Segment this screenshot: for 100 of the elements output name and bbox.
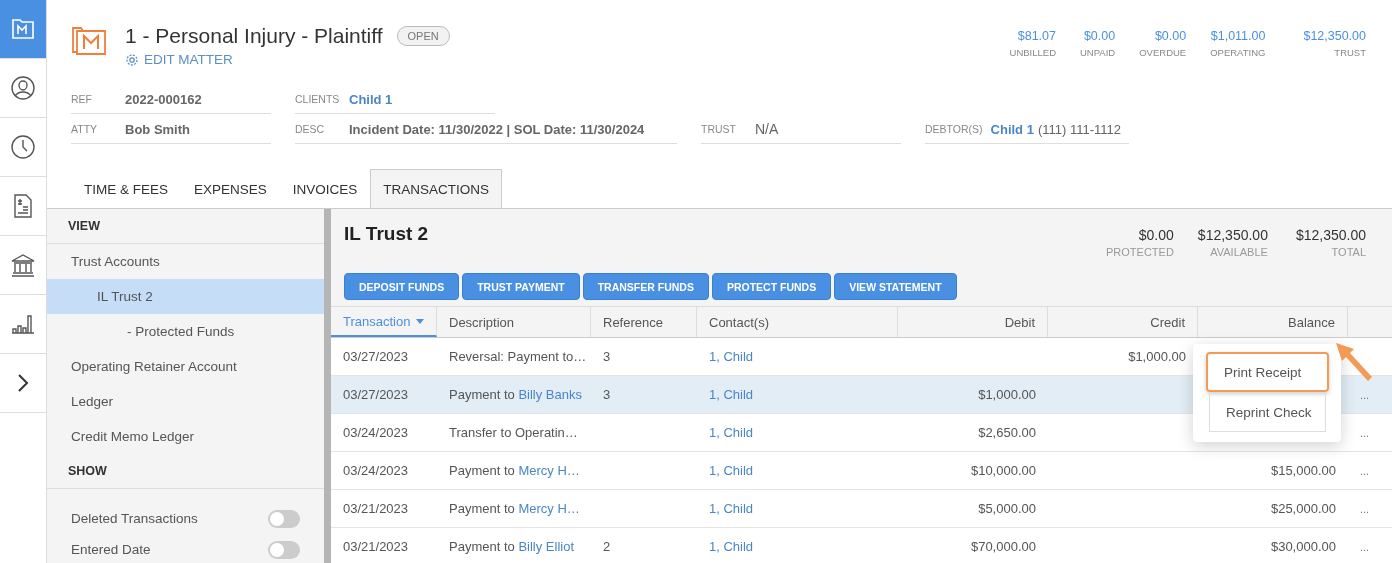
stat-amount[interactable]: $0.00 [1083, 29, 1116, 43]
contact-link[interactable]: Child 1 [990, 121, 1034, 137]
clock-icon [10, 134, 36, 160]
description-text: Payment to Billy Banks [449, 387, 582, 402]
column-header[interactable]: Reference [591, 307, 697, 337]
sidebar-item[interactable]: Credit Memo Ledger [47, 419, 324, 454]
field-value: Bob Smith [125, 121, 190, 137]
payee-link[interactable]: Mercy H… [518, 501, 580, 516]
column-header[interactable]: Description [437, 307, 591, 337]
more-actions-button[interactable]: ... [1360, 388, 1370, 401]
reference-cell: 3 [603, 387, 611, 402]
date-cell: 03/27/2023 [343, 349, 409, 364]
stat-label: UNBILLED [1009, 47, 1056, 58]
date-cell: 03/27/2023 [343, 387, 409, 402]
toggle-switch[interactable] [268, 509, 300, 528]
action-button[interactable]: VIEW STATEMENT [834, 273, 957, 300]
contact-link[interactable]: 1, Child [709, 539, 754, 554]
debit-cell: $70,000.00 [970, 539, 1036, 554]
person-icon [10, 75, 36, 101]
action-button[interactable]: PROTECT FUNDS [711, 273, 832, 300]
contact-link[interactable]: Child 1 [349, 91, 393, 107]
menu-item[interactable]: Reprint Check [1209, 392, 1326, 432]
matter-title: 1 - Personal Injury - Plaintiff [125, 24, 383, 48]
field-value: 2022-000162 [125, 91, 202, 107]
column-header[interactable]: Credit [1048, 307, 1198, 337]
more-actions-button[interactable]: ... [1360, 502, 1370, 515]
more-actions-button[interactable]: ... [1360, 464, 1370, 477]
action-button[interactable]: TRUST PAYMENT [462, 273, 580, 300]
sidebar-item[interactable]: Operating Retainer Account [47, 349, 324, 384]
field-label: REF [71, 93, 93, 105]
field-value: Incident Date: 11/30/2022 | SOL Date: 11/30/2024 [349, 121, 645, 137]
summary-amount: $12,350.00 [1197, 227, 1268, 243]
summary-label: AVAILABLE [1210, 246, 1268, 258]
balance-cell: $15,000.00 [1270, 463, 1336, 478]
description-text: Payment to Billy Elliot [449, 539, 574, 554]
date-cell: 03/24/2023 [343, 425, 409, 440]
description-text: Payment to Mercy H… [449, 463, 580, 478]
toggle-label: Entered Date [71, 542, 151, 557]
table-row[interactable]: 03/24/2023 Payment to Mercy H… 1, Child $10,000.00 $15,000.00 ... [331, 452, 1392, 490]
stat-amount[interactable]: $12,350.00 [1303, 29, 1366, 43]
sidebar-item[interactable]: - Protected Funds [47, 314, 324, 349]
date-cell: 03/21/2023 [343, 501, 409, 516]
action-button[interactable]: DEPOSIT FUNDS [344, 273, 460, 300]
column-header[interactable]: Debit [898, 307, 1048, 337]
settings-icon [125, 52, 139, 67]
table-row[interactable]: 03/21/2023 Payment to Billy Elliot 2 1, Child $70,000.00 $30,000.00 ... [331, 528, 1392, 563]
debit-cell: $10,000.00 [970, 463, 1036, 478]
contact-link[interactable]: 1, Child [709, 501, 754, 516]
balance-cell: $25,000.00 [1270, 501, 1336, 516]
toggle-switch[interactable] [268, 540, 300, 559]
contact-link[interactable]: 1, Child [709, 425, 754, 440]
menu-item[interactable]: Print Receipt [1206, 352, 1329, 392]
stat-label: OVERDUE [1139, 47, 1187, 58]
payee-link[interactable]: Billy Banks [518, 387, 582, 402]
stat-amount[interactable]: $81.07 [1017, 29, 1056, 43]
description-text: Payment to Mercy H… [449, 501, 580, 516]
column-header[interactable]: Contact(s) [697, 307, 898, 337]
stat-amount[interactable]: $0.00 [1154, 29, 1187, 43]
field-label: DEBTOR(S) [925, 123, 983, 135]
stat-label: UNPAID [1080, 47, 1116, 58]
column-header[interactable]: Balance [1198, 307, 1348, 337]
chevron-right-icon [16, 373, 30, 393]
summary-label: TOTAL [1331, 246, 1366, 258]
field-label: TRUST [701, 123, 737, 135]
debit-cell: $5,000.00 [978, 501, 1036, 516]
more-actions-button[interactable]: ... [1360, 540, 1370, 553]
folder-icon [10, 17, 36, 41]
action-button[interactable]: TRANSFER FUNDS [582, 273, 709, 300]
contact-link[interactable]: 1, Child [709, 387, 754, 402]
payee-link[interactable]: Mercy H… [518, 463, 580, 478]
credit-cell: $1,000.00 [1128, 349, 1186, 364]
debit-cell: $2,650.00 [978, 425, 1036, 440]
column-header[interactable]: Transaction [331, 307, 437, 337]
account-title: IL Trust 2 [344, 223, 429, 246]
contact-link[interactable]: 1, Child [709, 349, 754, 364]
table-row[interactable]: 03/21/2023 Payment to Mercy H… 1, Child $5,000.00 $25,000.00 ... [331, 490, 1392, 528]
tab[interactable]: EXPENSES [181, 169, 280, 208]
sidebar-item[interactable]: Ledger [47, 384, 324, 419]
reference-cell: 3 [603, 349, 611, 364]
sidebar-item[interactable]: Trust Accounts [47, 244, 324, 279]
nav-rail-item[interactable] [0, 0, 46, 59]
field-label: ATTY [71, 123, 99, 135]
tab[interactable]: TRANSACTIONS [370, 169, 503, 208]
more-actions-button[interactable]: ... [1360, 426, 1370, 439]
tab[interactable]: INVOICES [279, 169, 371, 208]
bar-chart-icon [10, 313, 36, 335]
bank-icon [10, 252, 36, 278]
date-cell: 03/24/2023 [343, 463, 409, 478]
debit-cell: $1,000.00 [978, 387, 1036, 402]
stat-amount[interactable]: $1,011.00 [1210, 29, 1266, 43]
sidebar-item[interactable]: IL Trust 2 [47, 279, 324, 314]
tab[interactable]: TIME & FEES [71, 169, 181, 208]
payee-link[interactable]: Billy Elliot [518, 539, 574, 554]
matter-folder-icon [71, 24, 107, 56]
caret-icon [416, 318, 424, 324]
edit-matter-link[interactable]: EDIT MATTER [125, 52, 450, 67]
toggle-label: Deleted Transactions [71, 511, 198, 526]
description-text: Transfer to Operatin… [449, 425, 578, 440]
contact-link[interactable]: 1, Child [709, 463, 754, 478]
summary-amount: $12,350.00 [1295, 227, 1366, 243]
